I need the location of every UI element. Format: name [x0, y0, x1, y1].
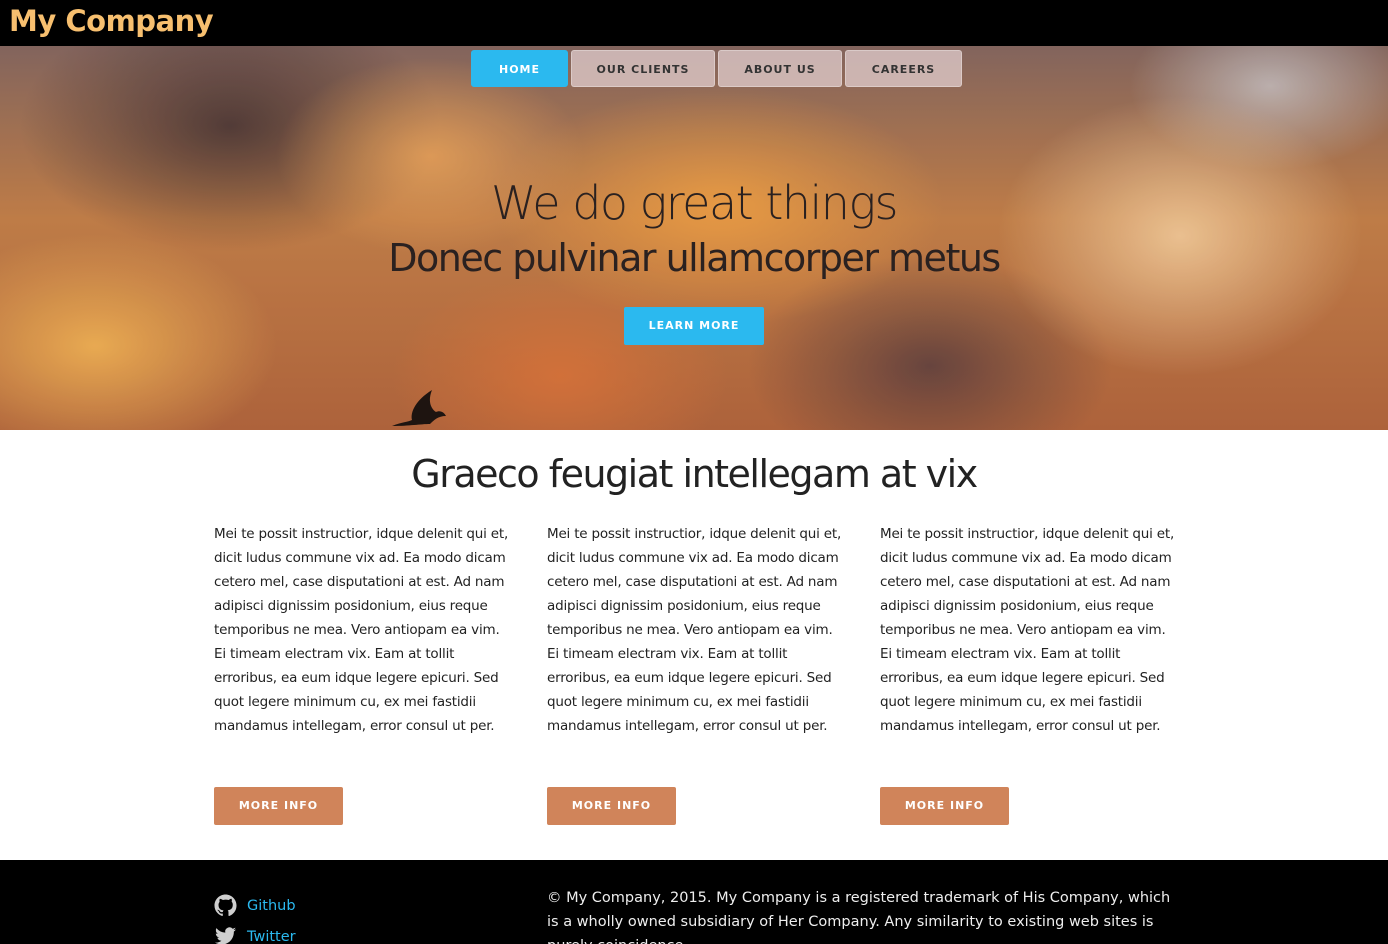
twitter-link[interactable]: Twitter	[214, 921, 296, 944]
twitter-link-label[interactable]: Twitter	[247, 929, 296, 944]
feature-column: Mei te possit instructior, idque delenit…	[880, 522, 1178, 825]
social-links: Github Twitter	[214, 890, 296, 944]
top-bar: My Company	[0, 0, 1388, 46]
feature-text: Mei te possit instructior, idque delenit…	[880, 526, 1175, 734]
feature-text: Mei te possit instructior, idque delenit…	[547, 526, 842, 734]
hero-section: HOME OUR CLIENTS ABOUT US CAREERS We do …	[0, 46, 1388, 430]
copyright-text: © My Company, 2015. My Company is a regi…	[547, 890, 1171, 944]
learn-more-button[interactable]: LEARN MORE	[624, 307, 764, 345]
feature-column: Mei te possit instructior, idque delenit…	[214, 522, 512, 825]
hero-title: We do great things	[490, 176, 899, 230]
feature-column: Mei te possit instructior, idque delenit…	[547, 522, 845, 825]
nav-item-about-us[interactable]: ABOUT US	[718, 50, 842, 87]
footer: Github Twitter © My Company, 2015. My Co…	[0, 860, 1388, 944]
github-icon	[214, 894, 237, 916]
more-info-button[interactable]: MORE INFO	[214, 787, 343, 825]
hero-subtitle: Donec pulvinar ullamcorper metus	[388, 236, 1001, 280]
github-link-label[interactable]: Github	[247, 898, 296, 914]
nav-item-home[interactable]: HOME	[471, 50, 568, 87]
twitter-icon	[214, 927, 237, 944]
features-title: Graeco feugiat intellegam at vix	[411, 452, 978, 496]
feature-text: Mei te possit instructior, idque delenit…	[214, 526, 509, 734]
brand-logo-text[interactable]: My Company	[9, 4, 214, 38]
nav-item-careers[interactable]: CAREERS	[845, 50, 962, 87]
more-info-button[interactable]: MORE INFO	[880, 787, 1009, 825]
more-info-button[interactable]: MORE INFO	[547, 787, 676, 825]
bird-silhouette-icon	[392, 390, 446, 426]
github-link[interactable]: Github	[214, 890, 296, 921]
main-nav: HOME OUR CLIENTS ABOUT US CAREERS	[471, 50, 962, 87]
nav-item-our-clients[interactable]: OUR CLIENTS	[571, 50, 715, 87]
